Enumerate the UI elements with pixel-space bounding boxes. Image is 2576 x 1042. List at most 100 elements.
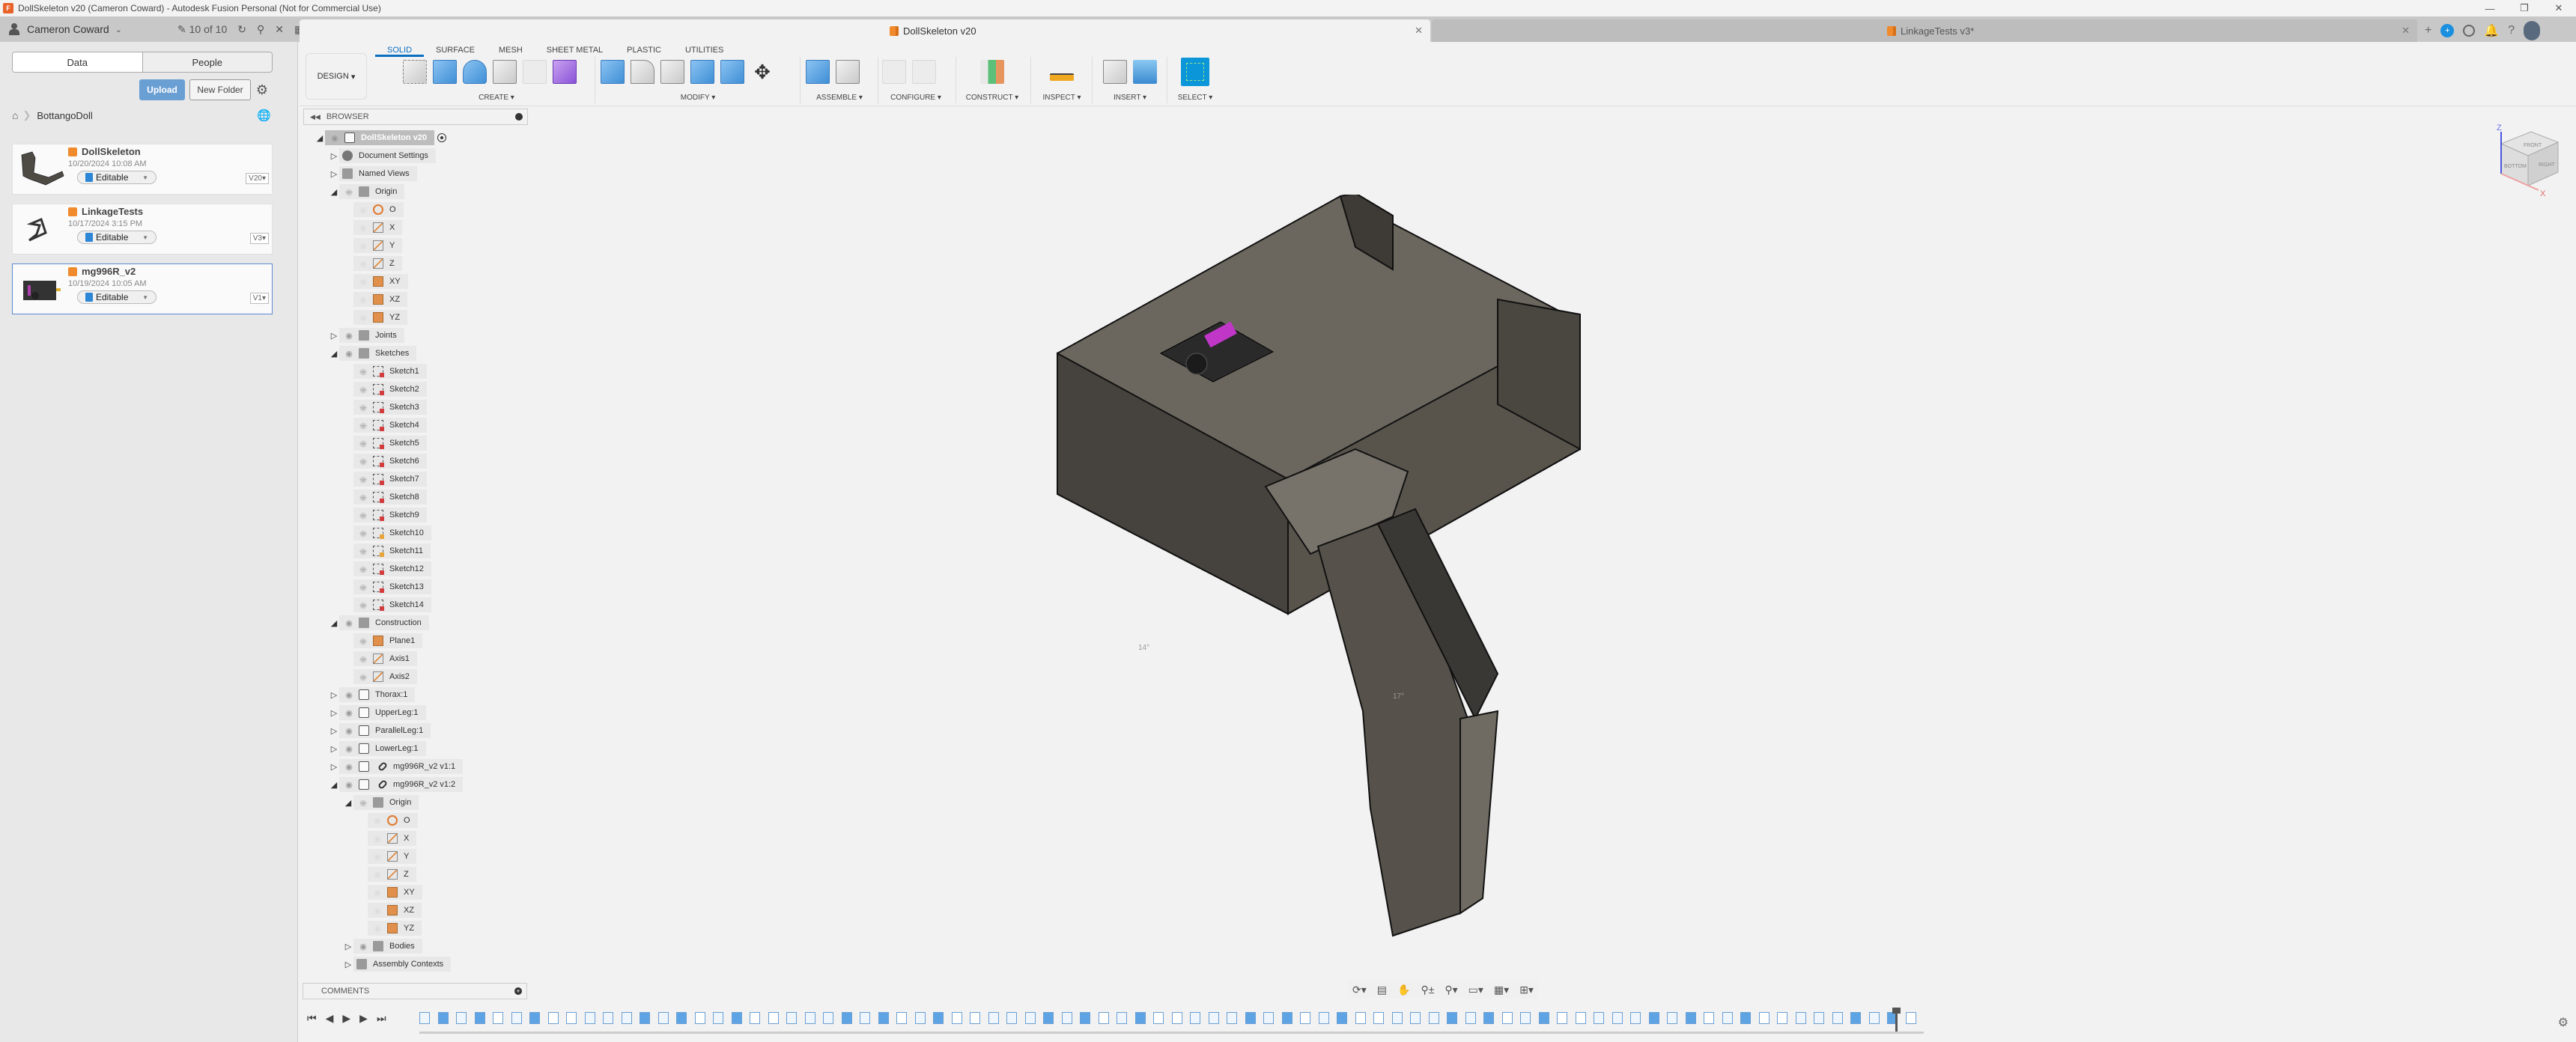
timeline-feature-joint[interactable] (1795, 1012, 1806, 1024)
extrude-icon[interactable] (433, 60, 457, 84)
timeline-feature-sketch[interactable] (456, 1012, 467, 1024)
fit-icon[interactable]: ⚲▾ (1445, 984, 1457, 996)
timeline-feature-axis[interactable] (1611, 1012, 1623, 1024)
expand-toggle[interactable]: ▷ (343, 960, 353, 969)
timeline-feature-extrude[interactable] (1337, 1012, 1347, 1024)
tab-data[interactable]: Data (13, 52, 143, 72)
timeline-feature-sketch[interactable] (1117, 1012, 1127, 1024)
timeline-feature-extrude[interactable] (474, 1012, 485, 1024)
timeline-feature-axis[interactable] (1814, 1012, 1824, 1024)
visibility-icon[interactable]: ◉ (342, 187, 356, 197)
timeline-feature-extrude[interactable] (1538, 1012, 1549, 1024)
expand-toggle[interactable]: ◢ (329, 618, 339, 628)
timeline-feature-sketch[interactable] (1520, 1012, 1531, 1024)
press-pull-icon[interactable] (601, 60, 625, 84)
browser-item[interactable]: ◉ YZ (357, 921, 422, 936)
browser-item[interactable]: ◉ Axis2 (343, 669, 417, 684)
browser-item[interactable]: ◉ Sketch14 (343, 597, 431, 612)
timeline-feature-joint[interactable] (1190, 1012, 1200, 1024)
create-menu[interactable]: CREATE ▾ (403, 94, 590, 102)
configuration-table-icon[interactable] (912, 60, 936, 84)
gear-icon[interactable]: ⚙ (255, 82, 269, 97)
insert-image-icon[interactable] (1133, 60, 1157, 84)
visibility-icon[interactable]: ◉ (356, 277, 370, 287)
refresh-icon[interactable]: ↻ (237, 23, 246, 36)
timeline-feature-extrude[interactable] (676, 1012, 687, 1024)
timeline-marker[interactable] (1892, 1008, 1901, 1032)
expand-toggle[interactable]: ▷ (329, 726, 339, 736)
select-menu[interactable]: SELECT ▾ (1171, 94, 1219, 102)
visibility-icon[interactable]: ◉ (356, 942, 370, 951)
visibility-icon[interactable]: ◉ (356, 421, 370, 430)
expand-toggle[interactable]: ▷ (329, 762, 339, 772)
zoom-icon[interactable]: ⚲± (1421, 984, 1434, 996)
insert-menu[interactable]: INSERT ▾ (1096, 94, 1164, 102)
timeline-feature-sketch[interactable] (657, 1012, 669, 1024)
version-dropdown[interactable]: V1 ▾ (249, 293, 269, 304)
browser-item[interactable]: ◢ ◉ Construction (329, 615, 429, 630)
timeline-feature-joint[interactable] (584, 1012, 595, 1024)
visibility-icon[interactable]: ◉ (356, 636, 370, 646)
browser-item[interactable]: ◉ Sketch5 (343, 436, 427, 451)
face-front-label[interactable]: FRONT (2524, 143, 2542, 148)
timeline-feature-plane[interactable] (768, 1012, 779, 1024)
browser-item[interactable]: ◉ Plane1 (343, 633, 423, 648)
timeline-feature-sketch[interactable] (1832, 1012, 1843, 1024)
timeline-feature-extrude[interactable] (1483, 1012, 1494, 1024)
timeline-feature-sketch[interactable] (713, 1012, 723, 1024)
tab-mesh[interactable]: MESH (487, 45, 535, 57)
browser-item[interactable]: ◉ Sketch8 (343, 490, 427, 505)
timeline-feature-plane[interactable] (1501, 1012, 1513, 1024)
visibility-icon[interactable]: ◉ (342, 708, 356, 718)
look-at-icon[interactable]: ▤ (1377, 984, 1387, 996)
timeline-feature-sketch[interactable] (419, 1012, 430, 1024)
display-settings-icon[interactable]: ▭▾ (1468, 984, 1483, 996)
browser-item[interactable]: ◉ Sketch6 (343, 454, 427, 469)
timeline-feature-sketch[interactable] (914, 1012, 926, 1024)
browser-item[interactable]: ▷ ◉ Joints (329, 328, 404, 343)
browser-item[interactable]: ▷ ◉ Bodies (343, 939, 422, 954)
last-icon[interactable]: ⏭ (377, 1012, 386, 1025)
tab-utilities[interactable]: UTILITIES (673, 45, 735, 57)
visibility-icon[interactable]: ◉ (356, 672, 370, 682)
add-comment-icon[interactable]: + (514, 987, 522, 995)
browser-item[interactable]: ◢ ◉ Origin (343, 795, 419, 810)
browser-item[interactable]: ◉ Axis1 (343, 651, 417, 666)
user-menu[interactable]: Cameron Coward ⌄ (9, 23, 166, 35)
browser-item[interactable]: ◉ O (343, 202, 404, 217)
job-status-icon[interactable] (2463, 25, 2476, 37)
timeline-feature-sketch[interactable] (1061, 1012, 1072, 1024)
visibility-icon[interactable]: ◉ (356, 439, 370, 448)
timeline-feature-plane[interactable] (1557, 1012, 1567, 1024)
browser-item[interactable]: ◢ ◉ Origin (329, 184, 405, 199)
timeline-feature-sketch[interactable] (1630, 1012, 1641, 1024)
new-folder-button[interactable]: New Folder (189, 79, 251, 100)
expand-toggle[interactable]: ▷ (329, 690, 339, 700)
gear-icon[interactable]: ⚙ (2558, 1015, 2569, 1030)
timeline-feature-extrude[interactable] (1850, 1012, 1861, 1024)
timeline-feature-plane[interactable] (547, 1012, 559, 1024)
timeline-feature-plane[interactable] (1777, 1012, 1787, 1024)
workspace-switcher[interactable]: DESIGN ▾ (306, 53, 367, 100)
visibility-icon[interactable]: ◉ (371, 888, 384, 898)
visibility-icon[interactable]: ◉ (356, 385, 370, 394)
first-icon[interactable]: ⏮ (307, 1012, 317, 1025)
browser-item[interactable]: ◉ XY (357, 885, 422, 900)
create-sketch-icon[interactable] (403, 60, 427, 84)
create-form-icon[interactable] (553, 60, 577, 84)
timeline-feature-axis[interactable] (603, 1012, 613, 1024)
browser-item[interactable]: ◉ Sketch10 (343, 525, 431, 540)
construct-menu[interactable]: CONSTRUCT ▾ (959, 94, 1026, 102)
split-body-icon[interactable] (720, 60, 744, 84)
browser-item[interactable]: ◉ O (357, 813, 418, 828)
expand-toggle[interactable]: ◢ (343, 798, 353, 808)
user-avatar[interactable] (2524, 21, 2541, 40)
browser-item[interactable]: ◉ Sketch1 (343, 364, 427, 379)
timeline-feature-extrude[interactable] (1134, 1012, 1146, 1024)
visibility-icon[interactable]: ◉ (356, 798, 370, 808)
previous-icon[interactable]: ◀ (326, 1012, 334, 1025)
version-dropdown[interactable]: V20 ▾ (246, 173, 269, 184)
timeline-feature-plane[interactable] (970, 1012, 980, 1024)
file-card[interactable]: DollSkeleton 10/20/2024 10:08 AM Editabl… (12, 144, 273, 195)
browser-item[interactable]: ◉ Sketch11 (343, 543, 431, 558)
